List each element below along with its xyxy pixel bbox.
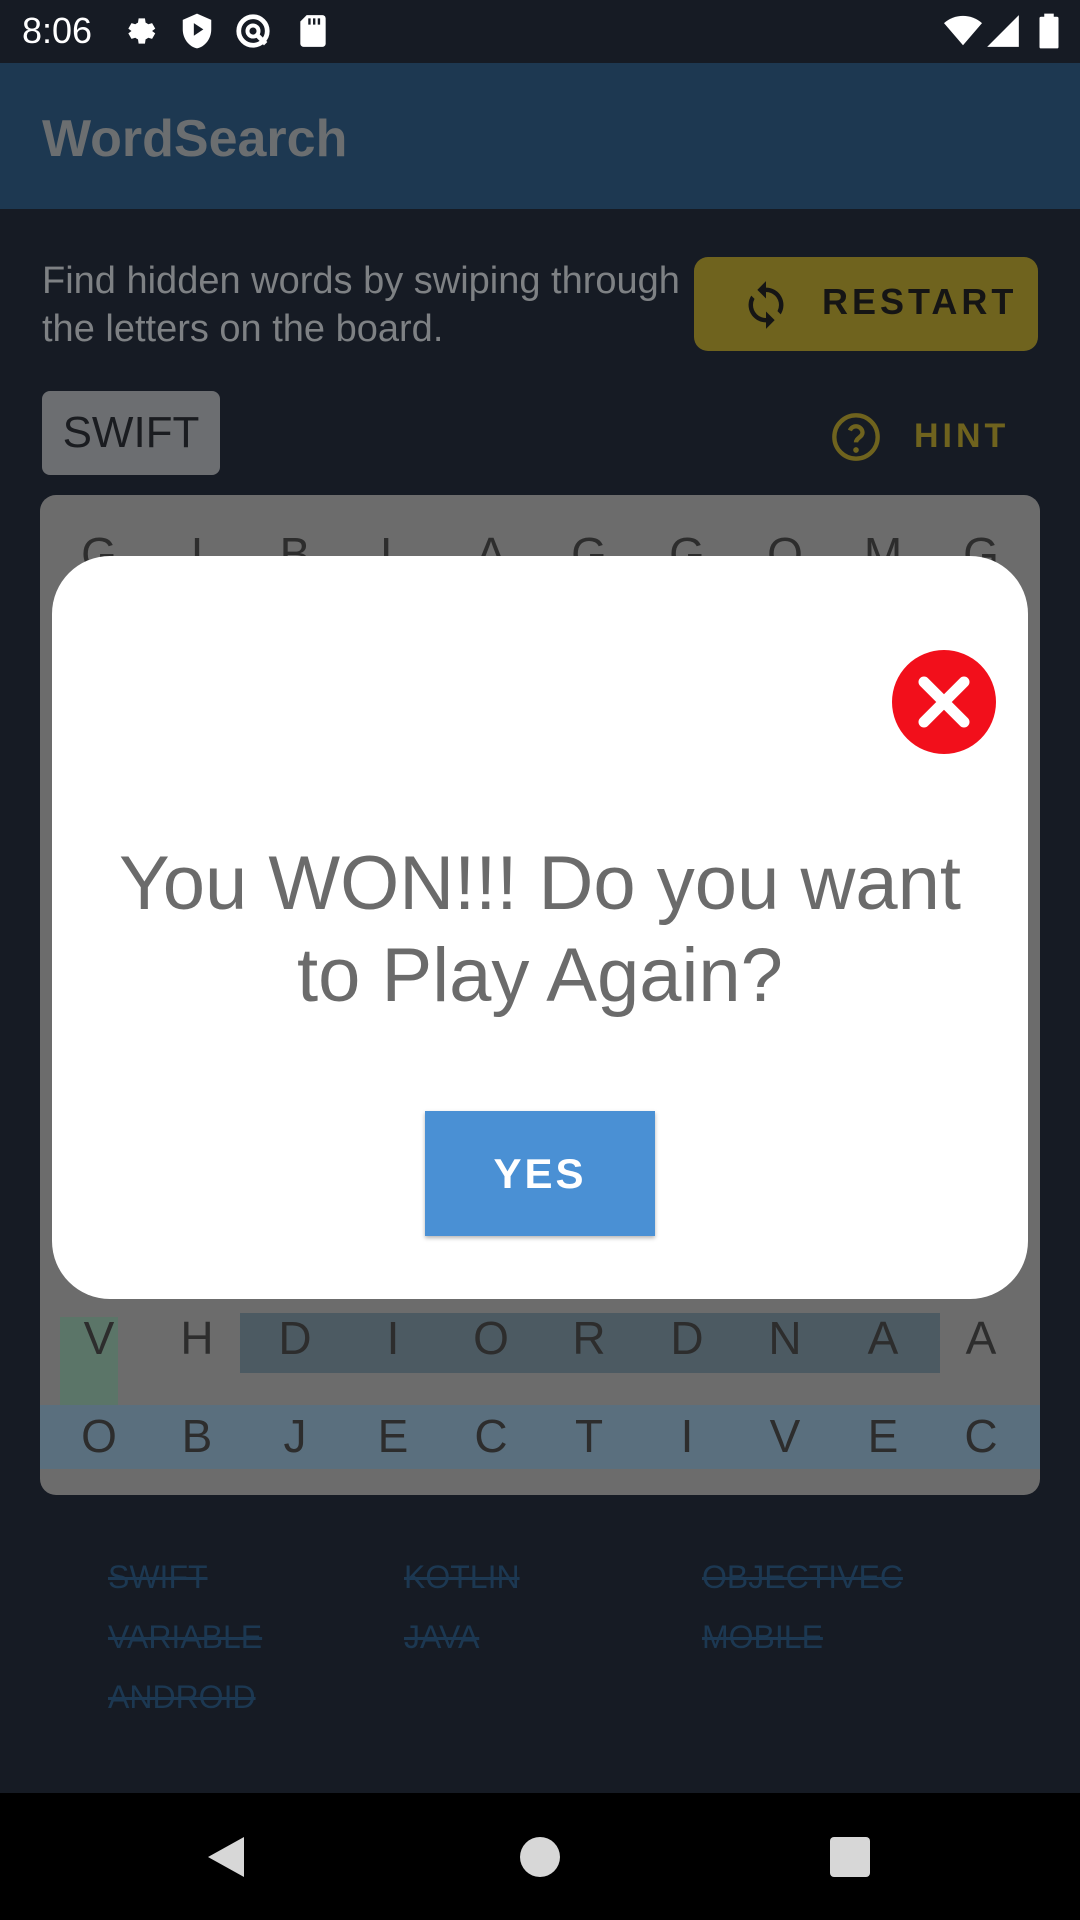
word-list-item: SWIFT <box>108 1559 208 1595</box>
letter-cell[interactable]: D <box>638 1289 736 1387</box>
navigation-bar <box>0 1793 1080 1920</box>
sd-card-icon <box>300 15 326 47</box>
letter-cell[interactable]: T <box>540 1387 638 1485</box>
back-icon[interactable] <box>196 1827 256 1887</box>
refresh-icon <box>748 281 784 329</box>
help-circle-icon <box>832 413 880 461</box>
yes-label: YES <box>493 1150 587 1197</box>
letter-cell[interactable]: D <box>246 1289 344 1387</box>
instructions-text: Find hidden words by swiping through the… <box>42 260 680 350</box>
letter-cell[interactable]: H <box>148 1289 246 1387</box>
dialog-message: You WON!!! Do you want to Play Again? <box>118 841 961 1018</box>
restart-label: RESTART <box>822 281 1018 322</box>
close-icon <box>918 676 970 728</box>
letter-cell[interactable]: E <box>344 1387 442 1485</box>
letter-cell[interactable]: V <box>50 1289 148 1387</box>
restart-button[interactable]: RESTART <box>694 257 1038 351</box>
letter-cell[interactable]: E <box>834 1387 932 1485</box>
letter-cell[interactable]: V <box>736 1387 834 1485</box>
letter-cell[interactable]: I <box>344 1289 442 1387</box>
settings-icon <box>128 18 156 44</box>
letter-cell[interactable]: O <box>50 1387 148 1485</box>
letter-cell[interactable]: C <box>442 1387 540 1485</box>
word-list-item: KOTLIN <box>404 1559 520 1595</box>
word-list-item: VARIABLE <box>108 1619 263 1655</box>
home-icon[interactable] <box>510 1827 570 1887</box>
yes-button[interactable]: YES <box>425 1111 655 1236</box>
close-dialog-button[interactable] <box>892 650 996 754</box>
win-dialog: You WON!!! Do you want to Play Again? YE… <box>52 556 1028 1299</box>
status-bar: 8:06 <box>0 0 1080 63</box>
letter-cell[interactable]: I <box>638 1387 736 1485</box>
battery-icon <box>1039 13 1059 49</box>
at-sign-icon <box>236 14 270 48</box>
letter-cell[interactable]: J <box>246 1387 344 1485</box>
letter-cell[interactable]: C <box>932 1387 1030 1485</box>
word-list-item: OBJECTIVEC <box>702 1559 903 1595</box>
recents-icon[interactable] <box>820 1827 880 1887</box>
letter-cell[interactable]: B <box>148 1387 246 1485</box>
status-time: 8:06 <box>22 10 93 51</box>
hint-label: HINT <box>914 417 1010 455</box>
wifi-icon <box>944 15 982 46</box>
letter-cell[interactable]: A <box>834 1289 932 1387</box>
word-list-item: JAVA <box>404 1619 480 1655</box>
app-title: WordSearch <box>42 110 348 168</box>
letter-cell[interactable]: A <box>932 1289 1030 1387</box>
current-word-chip: SWIFT <box>42 391 220 475</box>
letter-cell[interactable]: R <box>540 1289 638 1387</box>
word-list-item: ANDROID <box>108 1679 256 1715</box>
letter-cell[interactable]: N <box>736 1289 834 1387</box>
signal-icon <box>987 15 1019 47</box>
letter-cell[interactable]: O <box>442 1289 540 1387</box>
word-list: SWIFT KOTLIN OBJECTIVEC VARIABLE JAVA MO… <box>108 1559 1008 1759</box>
hint-button[interactable]: HINT <box>830 403 1030 467</box>
app-bar: WordSearch <box>0 63 1080 209</box>
shield-play-icon <box>182 13 212 49</box>
word-list-item: MOBILE <box>702 1619 823 1655</box>
